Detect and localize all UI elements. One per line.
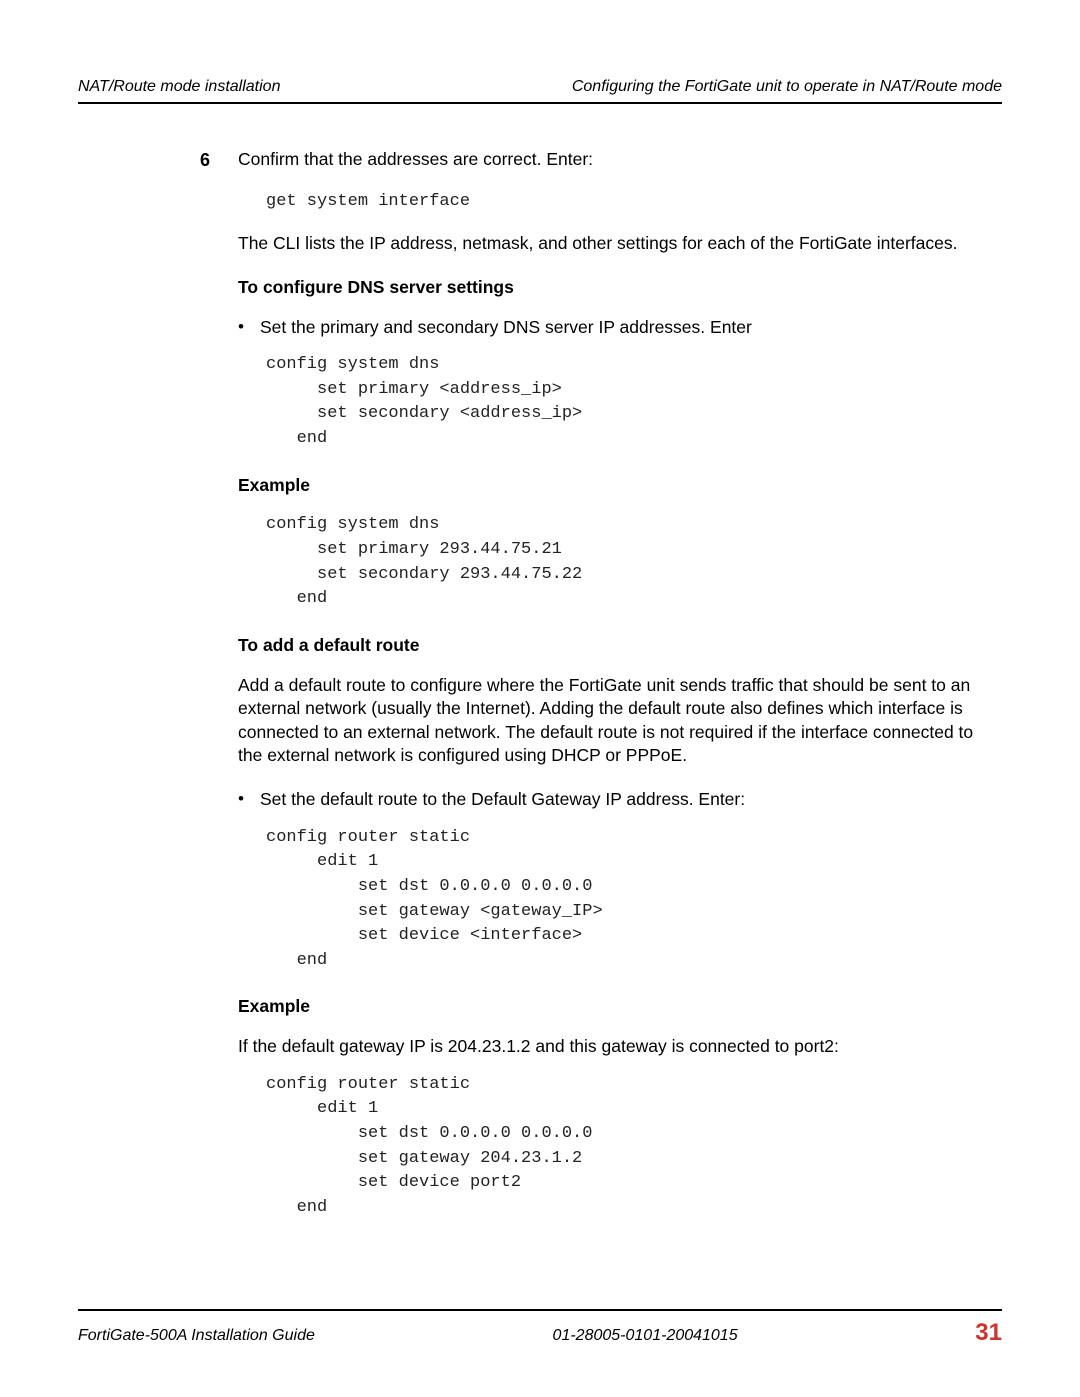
page-header: NAT/Route mode installation Configuring … — [78, 78, 1002, 104]
bullet-dns-text: Set the primary and secondary DNS server… — [260, 317, 752, 337]
cli-description: The CLI lists the IP address, netmask, a… — [238, 232, 1002, 256]
heading-example-2: Example — [238, 995, 1002, 1019]
step-text: Confirm that the addresses are correct. … — [238, 149, 593, 169]
header-left: NAT/Route mode installation — [78, 78, 280, 96]
page-content: 6 Confirm that the addresses are correct… — [78, 148, 1002, 1281]
code-route-example: config router static edit 1 set dst 0.0.… — [266, 1073, 1002, 1221]
code-get-interface: get system interface — [266, 190, 1002, 215]
bullet-route: Set the default route to the Default Gat… — [238, 788, 1002, 812]
footer-page-number: 31 — [975, 1319, 1002, 1347]
step-number: 6 — [200, 148, 210, 172]
page-container: NAT/Route mode installation Configuring … — [0, 0, 1080, 1397]
heading-example-1: Example — [238, 474, 1002, 498]
code-dns-example: config system dns set primary 293.44.75.… — [266, 513, 1002, 612]
code-dns-template: config system dns set primary <address_i… — [266, 353, 1002, 452]
step-6: 6 Confirm that the addresses are correct… — [238, 148, 1002, 172]
default-route-description: Add a default route to configure where t… — [238, 674, 1002, 769]
bullet-dns: Set the primary and secondary DNS server… — [238, 316, 1002, 340]
heading-default-route: To add a default route — [238, 634, 1002, 658]
footer-guide-name: FortiGate-500A Installation Guide — [78, 1327, 315, 1345]
heading-dns: To configure DNS server settings — [238, 276, 1002, 300]
route-example-intro: If the default gateway IP is 204.23.1.2 … — [238, 1035, 1002, 1059]
header-right: Configuring the FortiGate unit to operat… — [572, 78, 1002, 96]
bullet-route-text: Set the default route to the Default Gat… — [260, 789, 745, 809]
code-route-template: config router static edit 1 set dst 0.0.… — [266, 826, 1002, 974]
footer-doc-id: 01-28005-0101-20041015 — [553, 1327, 738, 1345]
page-footer: FortiGate-500A Installation Guide 01-280… — [78, 1309, 1002, 1347]
